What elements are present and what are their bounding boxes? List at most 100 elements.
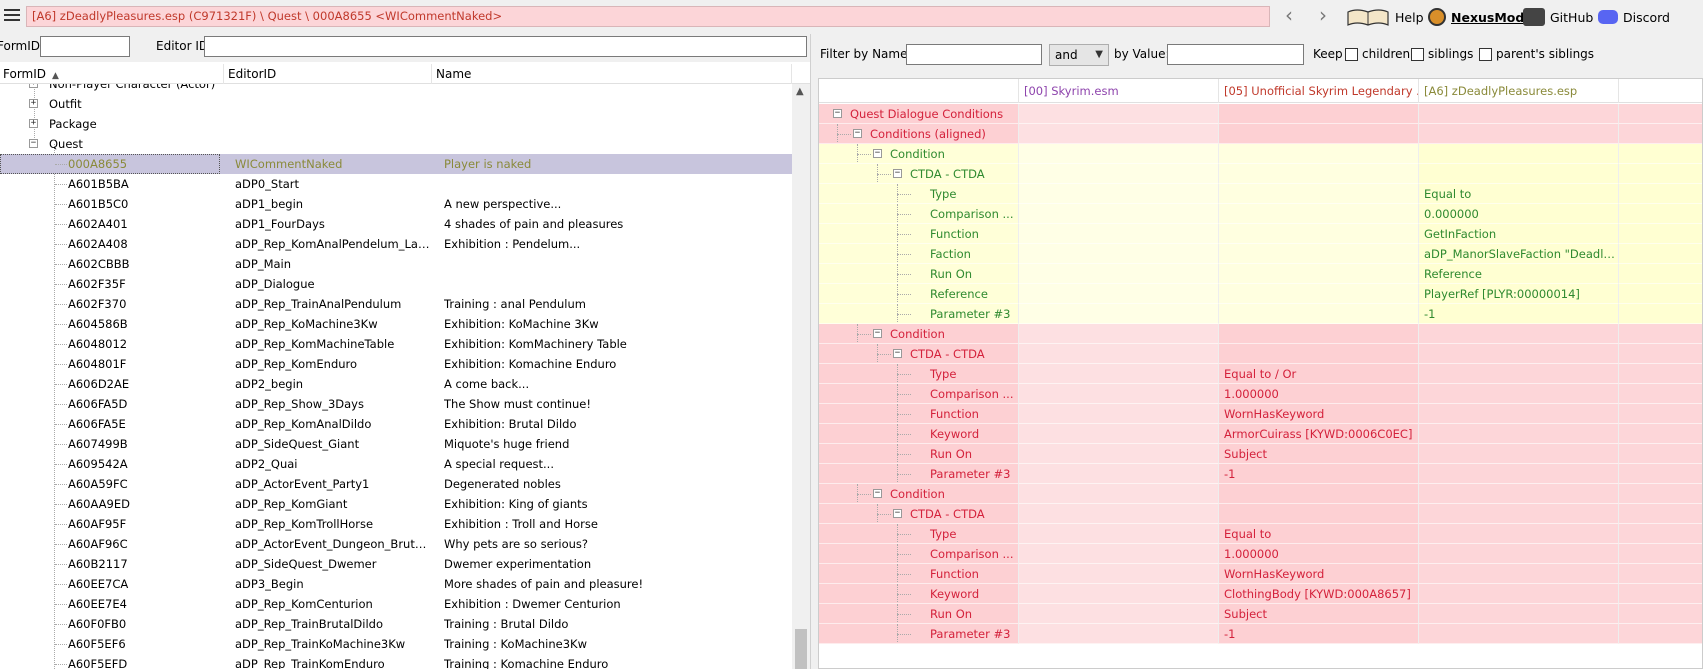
collapse-icon[interactable]: − [873,489,882,498]
value-deadlypleasures[interactable]: 0.000000 [1419,204,1619,224]
table-row[interactable]: A602F370 aDP_Rep_TrainAnalPendulum Trainin… [0,294,792,314]
value-deadlypleasures[interactable] [1419,504,1619,524]
grid-row[interactable]: Type Equal to [819,524,1702,544]
table-row[interactable]: A601B5BA aDP0_Start [0,174,792,194]
value-ussep[interactable] [1219,164,1419,184]
value-ussep[interactable] [1219,344,1419,364]
value-ussep[interactable]: 1.000000 [1219,384,1419,404]
grid-row[interactable]: − Conditions (aligned) [819,124,1702,144]
value-skyrim[interactable] [1019,464,1219,484]
column-header-deadlypleasures[interactable]: [A6] zDeadlyPleasures.esp [1419,79,1619,103]
column-header-name[interactable]: Name [432,64,792,84]
grid-row[interactable]: − Condition [819,144,1702,164]
value-deadlypleasures[interactable] [1419,384,1619,404]
value-ussep[interactable]: -1 [1219,624,1419,644]
value-ussep[interactable] [1219,484,1419,504]
menu-icon[interactable] [4,9,20,23]
value-ussep[interactable]: Equal to / Or [1219,364,1419,384]
column-header-editorid[interactable]: EditorID [224,64,432,84]
grid-row[interactable]: Faction aDP_ManorSlaveFaction "Deadly... [819,244,1702,264]
value-deadlypleasures[interactable] [1419,164,1619,184]
grid-row[interactable]: Parameter #3 -1 [819,304,1702,324]
value-skyrim[interactable] [1019,344,1219,364]
tree-group-row[interactable]: − Quest [0,134,792,154]
value-skyrim[interactable] [1019,544,1219,564]
value-skyrim[interactable] [1019,104,1219,124]
table-row[interactable]: A602A408 aDP_Rep_KomAnalPendelum_Lam... Ex… [0,234,792,254]
value-skyrim[interactable] [1019,204,1219,224]
table-row[interactable]: A60F0FB0 aDP_Rep_TrainBrutalDildo Training… [0,614,792,634]
keep-parents-siblings-checkbox[interactable] [1479,48,1492,61]
value-skyrim[interactable] [1019,324,1219,344]
value-ussep[interactable] [1219,304,1419,324]
value-deadlypleasures[interactable] [1419,364,1619,384]
value-skyrim[interactable] [1019,364,1219,384]
value-deadlypleasures[interactable] [1419,564,1619,584]
expand-icon[interactable]: + [29,99,38,108]
grid-row[interactable]: Comparison ... 1.000000 [819,384,1702,404]
grid-row[interactable]: − CTDA - CTDA [819,164,1702,184]
expand-icon[interactable]: + [29,119,38,128]
grid-row[interactable]: Function WornHasKeyword [819,564,1702,584]
value-deadlypleasures[interactable] [1419,144,1619,164]
grid-row[interactable]: Run On Reference [819,264,1702,284]
value-skyrim[interactable] [1019,164,1219,184]
value-skyrim[interactable] [1019,264,1219,284]
expand-icon[interactable]: + [29,84,38,88]
value-deadlypleasures[interactable]: Reference [1419,264,1619,284]
value-skyrim[interactable] [1019,584,1219,604]
value-skyrim[interactable] [1019,604,1219,624]
value-ussep[interactable] [1219,104,1419,124]
value-skyrim[interactable] [1019,144,1219,164]
table-row[interactable]: A609542A aDP2_Quai A special request... [0,454,792,474]
value-ussep[interactable]: Subject [1219,444,1419,464]
value-deadlypleasures[interactable]: GetInFaction [1419,224,1619,244]
table-row[interactable]: A607499B aDP_SideQuest_Giant Miquote's hug… [0,434,792,454]
tree-scrollbar[interactable]: ▲ [792,84,810,669]
value-ussep[interactable] [1219,504,1419,524]
tree-group-row[interactable]: + Outfit [0,94,792,114]
table-row[interactable]: A60F5EF6 aDP_Rep_TrainKoMachine3Kw Trainin… [0,634,792,654]
expand-icon[interactable]: − [29,139,38,148]
table-row[interactable]: A60EE7E4 aDP_Rep_KomCenturion Exhibition :… [0,594,792,614]
grid-row[interactable]: Parameter #3 -1 [819,464,1702,484]
grid-row[interactable]: Type Equal to / Or [819,364,1702,384]
value-deadlypleasures[interactable] [1419,584,1619,604]
value-ussep[interactable]: WornHasKeyword [1219,404,1419,424]
value-skyrim[interactable] [1019,524,1219,544]
grid-row[interactable]: − CTDA - CTDA [819,344,1702,364]
value-ussep[interactable] [1219,144,1419,164]
record-path-field[interactable]: [A6] zDeadlyPleasures.esp (C971321F) \ Q… [26,6,1270,27]
value-deadlypleasures[interactable] [1419,124,1619,144]
value-deadlypleasures[interactable] [1419,624,1619,644]
value-deadlypleasures[interactable] [1419,524,1619,544]
table-row[interactable]: A604586B aDP_Rep_KoMachine3Kw Exhibition: … [0,314,792,334]
value-skyrim[interactable] [1019,404,1219,424]
value-deadlypleasures[interactable] [1419,104,1619,124]
value-ussep[interactable]: WornHasKeyword [1219,564,1419,584]
value-deadlypleasures[interactable] [1419,404,1619,424]
collapse-icon[interactable]: − [893,349,902,358]
value-deadlypleasures[interactable]: Equal to [1419,184,1619,204]
value-skyrim[interactable] [1019,224,1219,244]
grid-row[interactable]: Comparison ... 1.000000 [819,544,1702,564]
value-skyrim[interactable] [1019,504,1219,524]
filter-operator-select[interactable]: and ▼ [1049,44,1109,66]
table-row[interactable]: A60F5EFD aDP_Rep_TrainKomEnduro Training :… [0,654,792,669]
table-row[interactable]: A6048012 aDP_Rep_KomMachineTable Exhibitio… [0,334,792,354]
discord-link[interactable]: Discord [1598,6,1670,28]
table-row[interactable]: A602CBBB aDP_Main [0,254,792,274]
keep-siblings-checkbox[interactable] [1411,48,1424,61]
tree-group-row[interactable]: + Non-Player Character (Actor) [0,84,792,94]
collapse-icon[interactable]: − [873,149,882,158]
table-row[interactable]: A60A59FC aDP_ActorEvent_Party1 Degenerated… [0,474,792,494]
value-skyrim[interactable] [1019,244,1219,264]
back-arrow-icon[interactable]: ‹ [1279,5,1299,27]
nexusmods-link[interactable]: NexusMods [1428,6,1532,28]
filter-name-input[interactable] [906,44,1042,65]
value-ussep[interactable] [1219,224,1419,244]
help-link[interactable]: Help [1346,6,1424,28]
value-deadlypleasures[interactable] [1419,444,1619,464]
value-ussep[interactable]: Subject [1219,604,1419,624]
table-row[interactable]: A60AF95F aDP_Rep_KomTrollHorse Exhibition … [0,514,792,534]
